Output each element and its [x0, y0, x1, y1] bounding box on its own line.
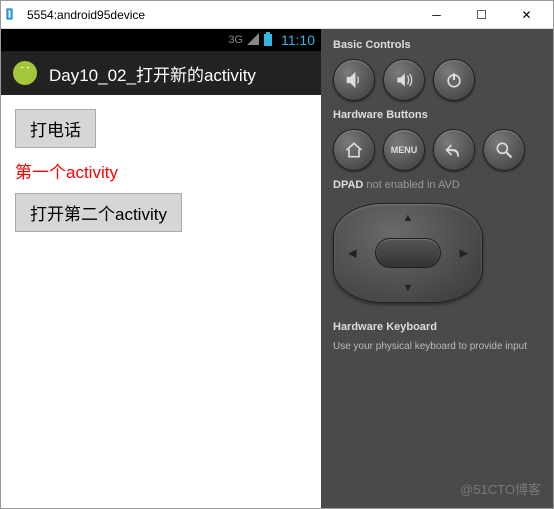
app-content: 打电话 第一个activity 打开第二个activity	[1, 95, 321, 508]
content-area: 3G 11:10 Day10_02_打开新的activity 打电话 第一个ac…	[1, 29, 553, 508]
maximize-button[interactable]: ☐	[459, 2, 504, 28]
call-button[interactable]: 打电话	[15, 109, 96, 148]
back-button[interactable]	[433, 129, 475, 171]
close-button[interactable]: ✕	[504, 2, 549, 28]
dpad-note: not enabled in AVD	[366, 179, 459, 191]
network-label: 3G	[228, 34, 243, 46]
dpad-section: DPAD not enabled in AVD	[333, 179, 541, 191]
watermark: @51CTO博客	[460, 479, 541, 498]
signal-icon	[247, 33, 259, 48]
device-screen: 3G 11:10 Day10_02_打开新的activity 打电话 第一个ac…	[1, 29, 321, 508]
minimize-button[interactable]: ─	[414, 2, 459, 28]
menu-button[interactable]: MENU	[383, 129, 425, 171]
titlebar: 5554:android95device ─ ☐ ✕	[1, 1, 553, 29]
dpad-up-icon[interactable]: ▲	[403, 212, 414, 224]
emulator-controls-panel: Basic Controls Hardware Buttons MENU	[321, 29, 553, 508]
android-actionbar: Day10_02_打开新的activity	[1, 51, 321, 95]
actionbar-title: Day10_02_打开新的activity	[49, 61, 256, 86]
basic-controls-label: Basic Controls	[333, 39, 541, 51]
dpad-center-button[interactable]	[375, 238, 441, 268]
window-controls: ─ ☐ ✕	[414, 2, 549, 28]
dpad-body[interactable]: ▲ ▼ ◀ ▶	[333, 203, 483, 303]
dpad-label: DPAD	[333, 179, 363, 191]
volume-down-button[interactable]	[333, 59, 375, 101]
clock: 11:10	[281, 32, 315, 48]
window-icon	[5, 7, 21, 23]
android-app-icon	[11, 59, 39, 87]
home-button[interactable]	[333, 129, 375, 171]
android-statusbar: 3G 11:10	[1, 29, 321, 51]
open-second-activity-button[interactable]: 打开第二个activity	[15, 193, 182, 232]
search-button[interactable]	[483, 129, 525, 171]
volume-up-button[interactable]	[383, 59, 425, 101]
hardware-keyboard-desc: Use your physical keyboard to provide in…	[333, 341, 541, 352]
dpad-right-icon[interactable]: ▶	[460, 247, 468, 260]
dpad-left-icon[interactable]: ◀	[348, 247, 356, 260]
window-title: 5554:android95device	[27, 8, 414, 22]
hardware-buttons-label: Hardware Buttons	[333, 109, 541, 121]
hardware-buttons-row: MENU	[333, 129, 541, 171]
hardware-keyboard-label: Hardware Keyboard	[333, 321, 541, 333]
dpad-down-icon[interactable]: ▼	[403, 282, 414, 294]
first-activity-label: 第一个activity	[15, 158, 118, 183]
basic-controls-row	[333, 59, 541, 101]
power-button[interactable]	[433, 59, 475, 101]
emulator-window: 5554:android95device ─ ☐ ✕ 3G 11:10	[0, 0, 554, 509]
dpad: ▲ ▼ ◀ ▶	[333, 203, 483, 303]
battery-icon	[263, 32, 273, 49]
